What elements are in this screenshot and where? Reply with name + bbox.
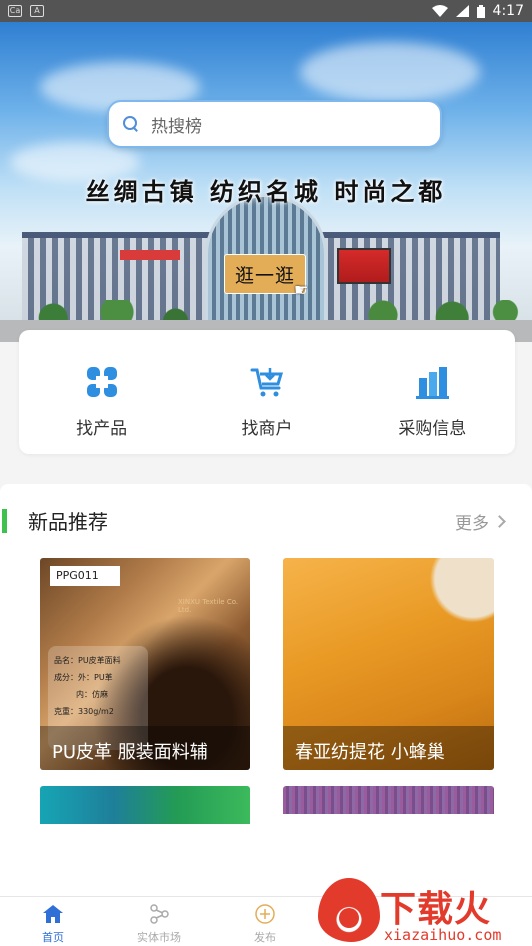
- building-sign: [120, 250, 180, 260]
- spec-line: 品名：PU皮革面料: [54, 656, 121, 665]
- publish-icon: [255, 904, 275, 924]
- wifi-icon: [431, 5, 448, 17]
- tab-market[interactable]: 实体市场: [106, 897, 212, 946]
- quick-item-label: 找商户: [241, 419, 293, 439]
- quick-item-label: 采购信息: [398, 419, 467, 439]
- tab-publish[interactable]: 发布: [212, 897, 318, 946]
- product-card[interactable]: [40, 786, 250, 824]
- watermark-text: 下载火: [380, 889, 492, 930]
- watermark-domain: xiazaihuo.com: [384, 926, 502, 944]
- quick-menu: 找产品 找商户 采购信息: [19, 330, 515, 454]
- product-card[interactable]: 春亚纺提花 小蜂巢: [283, 558, 494, 770]
- home-icon: [43, 905, 63, 923]
- watermark: 下载火 xiazaihuo.com: [318, 878, 532, 946]
- more-label: 更多: [455, 514, 489, 534]
- hand-cursor-icon: ☛: [294, 280, 309, 299]
- spec-line: 内：仿麻: [76, 690, 108, 699]
- section-title: 新品推荐: [28, 510, 108, 534]
- search-bar[interactable]: 热搜榜: [107, 100, 442, 148]
- find-product-icon: [86, 367, 117, 397]
- quick-item-purchase-info[interactable]: 采购信息: [350, 330, 515, 454]
- product-code: PPG011: [50, 566, 120, 586]
- notification-icon: A: [30, 5, 44, 17]
- tab-label: 首页: [42, 931, 64, 944]
- hero-banner: 热搜榜 丝绸古镇 纺织名城 时尚之都 逛一逛 ☛: [0, 22, 532, 342]
- chevron-right-icon: [493, 515, 506, 528]
- spec-line: 成分：外：PU革: [54, 673, 113, 682]
- section-marker: [2, 509, 7, 533]
- product-card[interactable]: PPG011 XINXU Textile Co. Ltd. 品名：PU皮革面料 …: [40, 558, 250, 770]
- tab-label: 实体市场: [137, 931, 181, 944]
- product-card[interactable]: [283, 786, 494, 814]
- signal-icon: [455, 5, 469, 17]
- purchase-info-icon: [416, 367, 450, 399]
- tab-label: 发布: [254, 931, 276, 944]
- market-icon: [150, 904, 169, 924]
- search-placeholder: 热搜榜: [151, 116, 202, 137]
- search-icon: [123, 116, 139, 132]
- tab-home[interactable]: 首页: [0, 897, 106, 946]
- status-time: 4:17: [492, 3, 524, 19]
- brand-text: XINXU Textile Co. Ltd.: [178, 598, 239, 614]
- notification-icon: Ca: [8, 5, 22, 17]
- hero-slogan: 丝绸古镇 纺织名城 时尚之都: [85, 177, 447, 206]
- quick-item-find-merchant[interactable]: 找商户: [184, 330, 349, 454]
- product-caption: PU皮革 服装面料辅: [40, 726, 250, 770]
- product-caption: 春亚纺提花 小蜂巢: [283, 726, 494, 770]
- battery-icon: [476, 4, 485, 18]
- quick-item-find-product[interactable]: 找产品: [19, 330, 184, 454]
- led-screen: [337, 248, 391, 284]
- spec-line: 克重：330g/m2: [54, 707, 114, 716]
- find-merchant-icon: [250, 368, 284, 397]
- download-arrow-icon: [339, 908, 359, 928]
- status-bar: Ca A 4:17: [0, 0, 532, 22]
- new-products-section: 新品推荐 更多 PPG011 XINXU Textile Co. Ltd. 品名…: [0, 484, 532, 896]
- quick-item-label: 找产品: [76, 419, 128, 439]
- more-link[interactable]: 更多: [455, 509, 506, 534]
